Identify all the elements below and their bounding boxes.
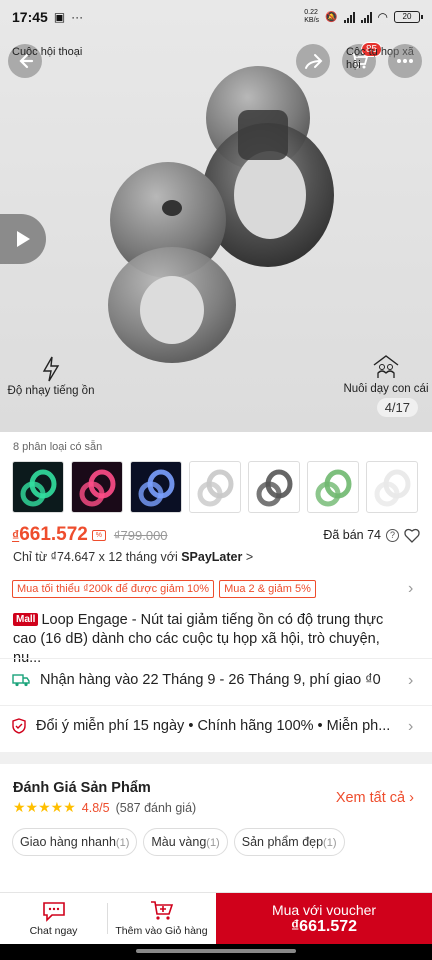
rating-summary: ★★★★★ 4.8/5 (587 đánh giá) [13, 799, 196, 816]
feature-noise-label: Độ nhạy tiếng ồn [7, 385, 95, 397]
voucher-chevron-icon[interactable]: › [408, 580, 413, 598]
divider [0, 658, 432, 659]
shop-notification-icon: ▣ [53, 10, 66, 24]
variant-thumbnails [12, 461, 418, 513]
shield-icon [12, 718, 26, 734]
voucher-list[interactable]: Mua tối thiểu ₫200k để được giảm 10% Mua… [12, 580, 316, 598]
review-chip[interactable]: Sản phẩm đẹp(1) [233, 828, 345, 856]
more-notifications-icon: ··· [71, 10, 84, 24]
status-time: 17:45 [12, 9, 48, 25]
variant-image [20, 469, 57, 507]
bottom-action-bar: Chat ngay Thêm vào Giỏ hàng Mua với vouc… [0, 892, 432, 944]
status-notification-icons: ▣ ··· [54, 10, 83, 24]
review-chip[interactable]: Giao hàng nhanh(1) [12, 828, 138, 856]
guarantee-chevron-icon[interactable]: › [408, 718, 413, 736]
play-icon [17, 231, 30, 247]
image-counter: 4/17 [376, 398, 418, 417]
voucher-tag-2[interactable]: Mua 2 & giảm 5% [219, 580, 316, 598]
section-gap [0, 752, 432, 764]
buy-price: ₫661.572 [290, 917, 358, 935]
variant-thumbnail[interactable] [307, 461, 359, 513]
rating-score: 4.8/5 [81, 800, 110, 815]
variant-image [138, 469, 175, 507]
price-tag-icon: % [91, 529, 106, 541]
add-to-cart-button[interactable]: Thêm vào Giỏ hàng [108, 893, 215, 944]
variant-image [197, 469, 234, 507]
variant-image [374, 469, 411, 507]
variant-image [256, 469, 293, 507]
variant-thumbnail[interactable] [366, 461, 418, 513]
heart-icon[interactable] [404, 528, 420, 543]
shipping-row[interactable]: Nhận hàng vào 22 Tháng 9 - 26 Tháng 9, p… [12, 672, 381, 688]
battery-icon: 20 [394, 11, 423, 23]
product-image-carousel[interactable]: Cuộc hội thoại 85 Cộc tụ họp xã hội Độ n… [0, 0, 432, 432]
price-row: ₫661.572 % ₫799.000 Đã bán 74 ? [12, 524, 420, 546]
review-tag-chips: Giao hàng nhanh(1) Màu vàng(1) Sản phẩm … [12, 828, 345, 856]
chat-now-label: Chat ngay [29, 925, 78, 937]
variants-count-label: 8 phân loại có sẵn [13, 441, 103, 453]
more-dots-icon [397, 59, 413, 63]
status-bar: 17:45 ▣ ··· 0.22 KB/s 🔕 ◠ 20 [0, 0, 432, 34]
product-title: Mall Loop Engage - Nút tai giảm tiếng ồn … [13, 612, 384, 666]
chat-icon [42, 902, 65, 922]
variant-thumbnail[interactable] [130, 461, 182, 513]
guarantee-row[interactable]: Đổi ý miễn phí 15 ngày • Chính hãng 100%… [12, 718, 390, 734]
wifi-icon: ◠ [377, 10, 388, 24]
voucher-tag-1[interactable]: Mua tối thiểu ₫200k để được giảm 10% [12, 580, 215, 598]
home-gesture-handle[interactable] [136, 949, 296, 953]
buy-label: Mua với voucher [271, 901, 377, 918]
variant-image [315, 469, 352, 507]
help-icon[interactable]: ? [386, 528, 399, 542]
net-speed: 0.22 KB/s [304, 9, 320, 24]
family-icon [373, 355, 399, 378]
shipping-text: Nhận hàng vào 22 Tháng 9 - 26 Tháng 9, p… [40, 672, 381, 688]
divider [0, 705, 432, 706]
signal-2-icon [360, 11, 372, 23]
installment-link[interactable]: Chỉ từ ₫74.647 x 12 tháng với SPayLater … [13, 550, 253, 564]
add-cart-icon [150, 901, 173, 920]
mute-icon: 🔕 [325, 11, 338, 23]
feature-parenting: Nuôi dạy con cái [342, 354, 430, 395]
truck-icon [12, 674, 30, 687]
see-all-reviews-link[interactable]: Xem tất cả › [336, 790, 414, 806]
variant-thumbnail[interactable] [71, 461, 123, 513]
feature-parenting-label: Nuôi dạy con cái [343, 383, 429, 395]
guarantee-text: Đổi ý miễn phí 15 ngày • Chính hãng 100%… [36, 718, 391, 734]
variant-image [79, 469, 116, 507]
system-nav-bar [0, 944, 432, 960]
original-price: ₫799.000 [113, 527, 168, 543]
buy-with-voucher-button[interactable]: Mua với voucher ₫661.572 [216, 893, 432, 944]
rating-count: (587 đánh giá) [115, 800, 197, 815]
chat-now-button[interactable]: Chat ngay [0, 893, 107, 944]
chevron-right-icon: › [409, 790, 414, 806]
shipping-chevron-icon[interactable]: › [408, 672, 413, 690]
variant-thumbnail[interactable] [12, 461, 64, 513]
reviews-title: Đánh Giá Sản Phẩm [13, 780, 151, 796]
current-price: ₫661.572 [12, 524, 88, 545]
signal-icon [343, 11, 355, 23]
lightning-icon [42, 356, 60, 382]
share-icon [305, 54, 323, 69]
mall-badge: Mall [13, 613, 39, 626]
variant-thumbnail[interactable] [189, 461, 241, 513]
review-chip[interactable]: Màu vàng(1) [143, 828, 228, 856]
chat-hint-label: Cuộc hội thoại [12, 46, 83, 58]
feature-noise-sensitivity: Độ nhạy tiếng ồn [6, 356, 96, 397]
variant-thumbnail[interactable] [248, 461, 300, 513]
star-rating-icon: ★★★★★ [13, 799, 76, 815]
more-button[interactable] [388, 44, 422, 78]
share-button[interactable] [296, 44, 330, 78]
sold-count: Đã bán 74 ? [323, 528, 420, 543]
add-to-cart-label: Thêm vào Giỏ hàng [115, 925, 208, 937]
